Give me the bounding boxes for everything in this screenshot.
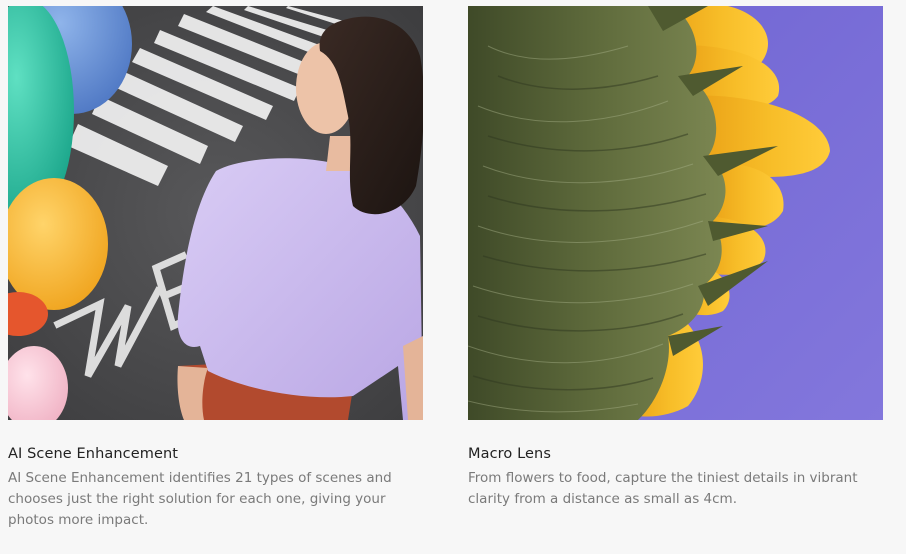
card-description: AI Scene Enhancement identifies 21 types… xyxy=(8,470,392,528)
feature-card-macro-lens: Macro Lens From flowers to food, capture… xyxy=(468,6,883,510)
ai-scene-photo xyxy=(8,6,423,420)
card-title: Macro Lens xyxy=(468,446,551,462)
macro-lens-photo xyxy=(468,6,883,420)
feature-card-ai-scene: AI Scene Enhancement AI Scene Enhancemen… xyxy=(8,6,423,531)
card-title: AI Scene Enhancement xyxy=(8,446,179,462)
card-description: From flowers to food, capture the tinies… xyxy=(468,470,858,507)
